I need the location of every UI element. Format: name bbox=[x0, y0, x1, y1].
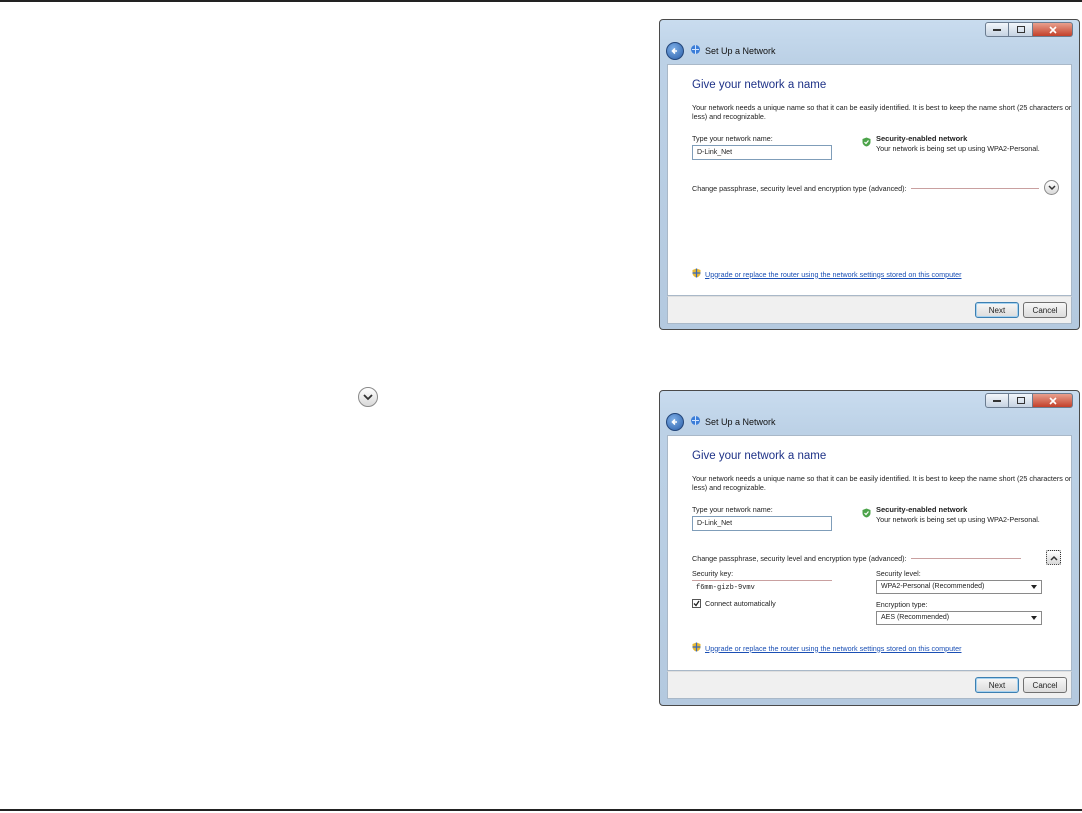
network-name-input[interactable]: D-Link_Net bbox=[692, 145, 832, 160]
expand-chevron-icon bbox=[358, 387, 378, 407]
back-arrow-icon[interactable] bbox=[666, 42, 684, 60]
advanced-row: Change passphrase, security level and en… bbox=[692, 184, 1039, 193]
close-button[interactable] bbox=[1033, 393, 1073, 408]
next-button[interactable]: Next bbox=[975, 302, 1019, 318]
network-name-label: Type your network name: bbox=[692, 505, 773, 514]
security-key-input[interactable]: f6mm-gizb-9vmv bbox=[692, 580, 832, 595]
security-subtitle: Your network is being set up using WPA2-… bbox=[876, 144, 1040, 153]
security-title: Security-enabled network bbox=[876, 134, 968, 143]
network-icon bbox=[690, 42, 701, 60]
dialog-content: Give your network a name Your network ne… bbox=[667, 435, 1072, 671]
window-controls bbox=[985, 22, 1073, 37]
collapse-advanced-button[interactable] bbox=[1046, 550, 1061, 565]
shield-check-icon bbox=[862, 505, 871, 524]
network-name-input[interactable]: D-Link_Net bbox=[692, 516, 832, 531]
maximize-button[interactable] bbox=[1009, 22, 1033, 37]
security-level-value: WPA2-Personal (Recommended) bbox=[881, 583, 985, 590]
dialog-footer: Next Cancel bbox=[667, 671, 1072, 699]
connect-automatically-label: Connect automatically bbox=[705, 599, 776, 608]
network-icon bbox=[690, 413, 701, 431]
security-level-select[interactable]: WPA2-Personal (Recommended) bbox=[876, 580, 1042, 594]
minimize-button[interactable] bbox=[985, 393, 1009, 408]
maximize-button[interactable] bbox=[1009, 393, 1033, 408]
page-heading: Give your network a name bbox=[692, 450, 827, 462]
setup-network-window-expanded: Set Up a Network Give your network a nam… bbox=[659, 390, 1080, 706]
title-bar: Set Up a Network bbox=[666, 413, 776, 431]
security-badge: Security-enabled network Your network is… bbox=[862, 134, 1040, 153]
upgrade-router-link[interactable]: Upgrade or replace the router using the … bbox=[705, 270, 962, 279]
advanced-label: Change passphrase, security level and en… bbox=[692, 184, 907, 193]
upgrade-router-row: Upgrade or replace the router using the … bbox=[692, 265, 962, 283]
security-subtitle: Your network is being set up using WPA2-… bbox=[876, 515, 1040, 524]
top-rule bbox=[0, 0, 1082, 2]
uac-shield-icon bbox=[692, 639, 701, 657]
dropdown-arrow-icon bbox=[1031, 584, 1037, 591]
cancel-button[interactable]: Cancel bbox=[1023, 302, 1067, 318]
close-button[interactable] bbox=[1033, 22, 1073, 37]
divider bbox=[910, 558, 1021, 559]
bottom-rule bbox=[0, 809, 1082, 811]
window-controls bbox=[985, 393, 1073, 408]
dialog-content: Give your network a name Your network ne… bbox=[667, 64, 1072, 296]
window-title: Set Up a Network bbox=[705, 417, 776, 427]
setup-network-window-collapsed: Set Up a Network Give your network a nam… bbox=[659, 19, 1080, 330]
encryption-type-select[interactable]: AES (Recommended) bbox=[876, 611, 1042, 625]
connect-automatically-checkbox[interactable] bbox=[692, 599, 701, 608]
dropdown-arrow-icon bbox=[1031, 615, 1037, 622]
back-arrow-icon[interactable] bbox=[666, 413, 684, 431]
expand-advanced-button[interactable] bbox=[1044, 180, 1059, 195]
description-text: Your network needs a unique name so that… bbox=[692, 474, 1072, 492]
shield-check-icon bbox=[862, 134, 871, 153]
security-title: Security-enabled network bbox=[876, 505, 968, 514]
upgrade-router-row: Upgrade or replace the router using the … bbox=[692, 639, 962, 657]
connect-automatically-row[interactable]: Connect automatically bbox=[692, 599, 776, 608]
security-level-label: Security level: bbox=[876, 569, 921, 578]
title-bar: Set Up a Network bbox=[666, 42, 776, 60]
window-title: Set Up a Network bbox=[705, 46, 776, 56]
advanced-label: Change passphrase, security level and en… bbox=[692, 554, 907, 563]
cancel-button[interactable]: Cancel bbox=[1023, 677, 1067, 693]
uac-shield-icon bbox=[692, 265, 701, 283]
upgrade-router-link[interactable]: Upgrade or replace the router using the … bbox=[705, 644, 962, 653]
security-key-label: Security key: bbox=[692, 569, 734, 578]
next-button[interactable]: Next bbox=[975, 677, 1019, 693]
divider bbox=[910, 188, 1039, 189]
description-text: Your network needs a unique name so that… bbox=[692, 103, 1072, 121]
minimize-button[interactable] bbox=[985, 22, 1009, 37]
advanced-row: Change passphrase, security level and en… bbox=[692, 554, 1021, 563]
encryption-type-label: Encryption type: bbox=[876, 600, 928, 609]
dialog-footer: Next Cancel bbox=[667, 296, 1072, 324]
page-heading: Give your network a name bbox=[692, 79, 827, 91]
network-name-label: Type your network name: bbox=[692, 134, 773, 143]
encryption-type-value: AES (Recommended) bbox=[881, 614, 950, 621]
security-badge: Security-enabled network Your network is… bbox=[862, 505, 1040, 524]
